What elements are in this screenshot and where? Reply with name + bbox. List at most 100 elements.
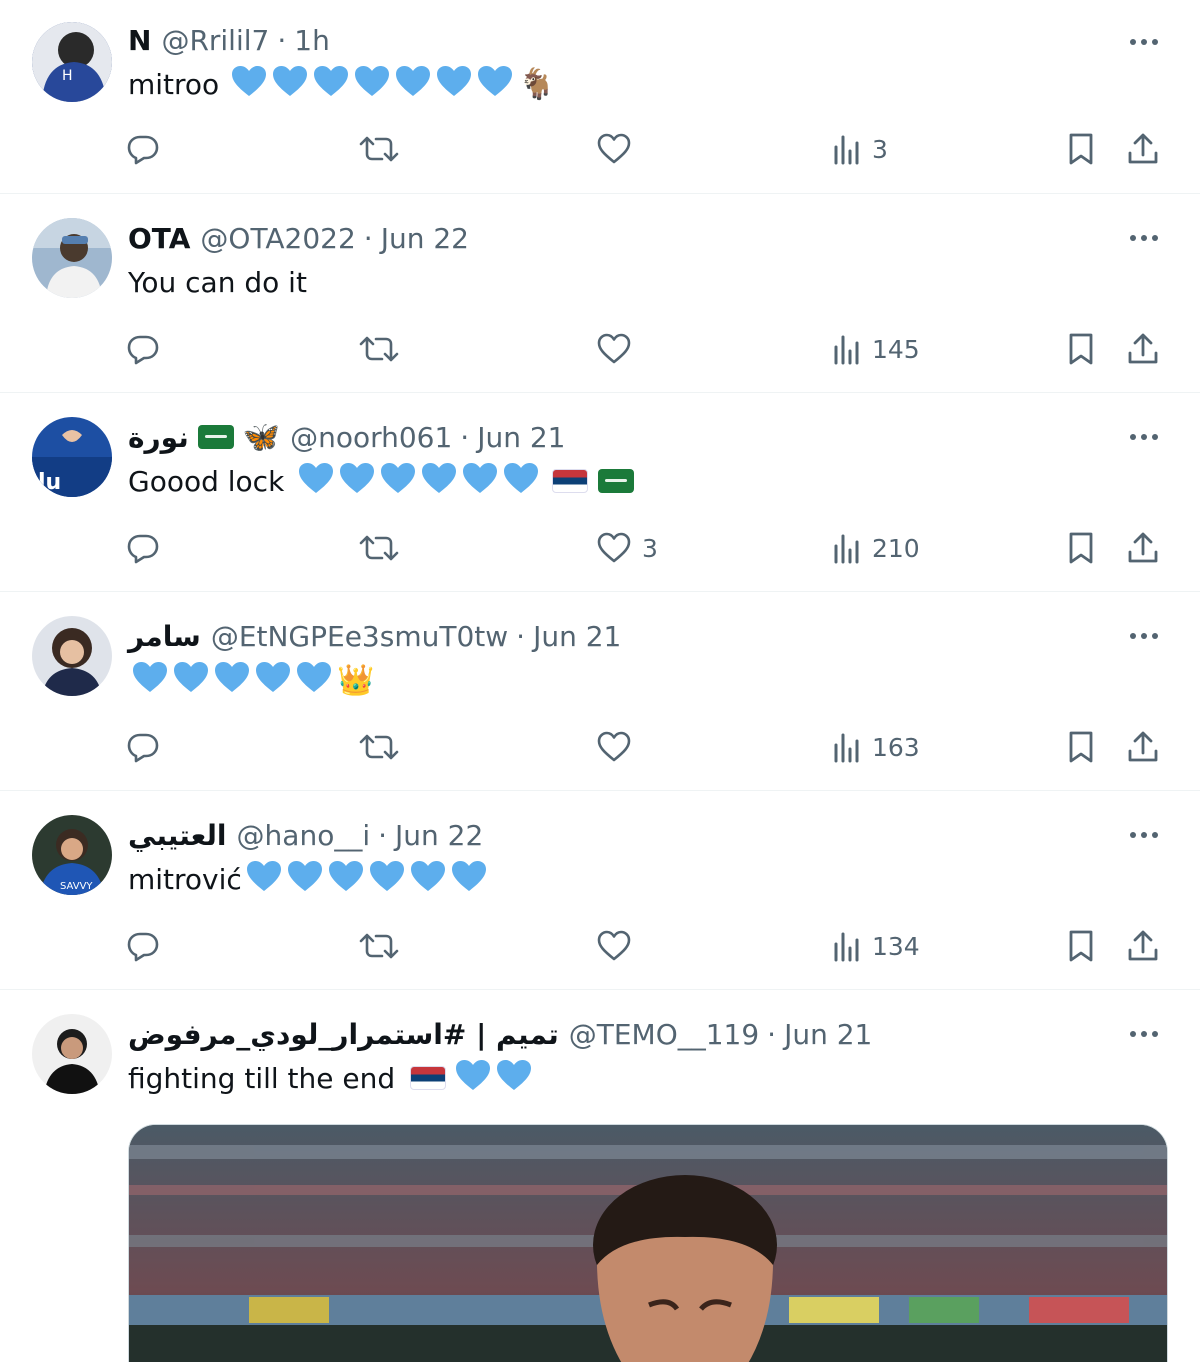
avatar[interactable]	[32, 616, 112, 696]
like-button[interactable]: 3	[596, 523, 658, 573]
tweet[interactable]: H N @Rrilil7 · 1h mitroo 🐐 3	[0, 0, 1200, 194]
heart-emoji-row	[294, 461, 540, 502]
display-name[interactable]: OTA	[128, 222, 190, 255]
timestamp[interactable]: Jun 22	[395, 819, 483, 852]
share-button[interactable]	[1126, 124, 1160, 174]
blue-heart-emoji	[297, 661, 331, 692]
blue-heart-emoji	[463, 462, 498, 493]
avatar[interactable]	[32, 218, 112, 298]
display-name[interactable]: سامر	[128, 620, 201, 653]
reply-icon	[126, 730, 160, 764]
retweet-button[interactable]	[358, 324, 400, 374]
share-button[interactable]	[1126, 324, 1160, 374]
reply-button[interactable]	[126, 124, 160, 174]
user-handle[interactable]: @noorh061	[290, 421, 452, 454]
display-name[interactable]: N	[128, 24, 151, 57]
views-icon	[832, 333, 862, 365]
like-icon	[596, 531, 632, 565]
tweet-text-content: You can do it	[128, 265, 307, 299]
butterfly-icon: 🦋	[242, 419, 281, 455]
tweet-header: نورة 🦋 @noorh061 · Jun 21	[128, 417, 565, 457]
user-handle[interactable]: @hano__i	[237, 819, 371, 852]
views-button[interactable]: 134	[832, 921, 920, 971]
svg-text:SAVVY: SAVVY	[60, 881, 93, 892]
timestamp[interactable]: Jun 21	[784, 1018, 872, 1051]
timestamp[interactable]: Jun 22	[381, 222, 469, 255]
like-button[interactable]	[596, 921, 632, 971]
retweet-button[interactable]	[358, 124, 400, 174]
retweet-button[interactable]	[358, 523, 400, 573]
tweet[interactable]: lu نورة 🦋 @noorh061 · Jun 21 Goood lock …	[0, 393, 1200, 592]
user-handle[interactable]: @TEMO__119	[569, 1018, 759, 1051]
blue-heart-emoji	[256, 661, 290, 692]
blue-heart-emoji	[456, 1059, 491, 1090]
blue-heart-emoji	[215, 661, 249, 692]
views-button[interactable]: 3	[832, 124, 888, 174]
blue-heart-emoji	[478, 65, 513, 96]
like-button[interactable]	[596, 722, 632, 772]
avatar[interactable]: lu	[32, 417, 112, 497]
reply-button[interactable]	[126, 921, 160, 971]
bookmark-button[interactable]	[1066, 324, 1096, 374]
views-button[interactable]: 163	[832, 722, 920, 772]
timestamp[interactable]: Jun 21	[533, 620, 621, 653]
avatar[interactable]: H	[32, 22, 112, 102]
tweet-header: N @Rrilil7 · 1h	[128, 20, 330, 60]
tweet-actions: 3	[0, 124, 1200, 174]
share-icon	[1126, 332, 1160, 366]
retweet-icon	[358, 929, 400, 963]
tweet-header: تميم | #استمرار_لودي_مرفوض @TEMO__119 · …	[128, 1014, 872, 1054]
tweet-text: You can do it	[128, 260, 307, 304]
tweet-header: OTA @OTA2022 · Jun 22	[128, 218, 469, 258]
tweet-media-image[interactable]	[128, 1124, 1168, 1362]
tweet[interactable]: سامر @EtNGPEe3smuT0tw · Jun 21 👑 163	[0, 592, 1200, 791]
more-options-icon[interactable]	[1124, 616, 1164, 656]
tweet[interactable]: OTA @OTA2022 · Jun 22 You can do it 145	[0, 194, 1200, 393]
timestamp[interactable]: Jun 21	[477, 421, 565, 454]
views-count: 145	[872, 334, 920, 364]
tweet-actions: 163	[0, 722, 1200, 772]
user-handle[interactable]: @OTA2022	[200, 222, 355, 255]
views-button[interactable]: 210	[832, 523, 920, 573]
user-handle[interactable]: @EtNGPEe3smuT0tw	[211, 620, 508, 653]
retweet-icon	[358, 730, 400, 764]
like-count: 3	[642, 533, 658, 563]
display-name[interactable]: تميم | #استمرار_لودي_مرفوض	[128, 1018, 559, 1051]
timestamp[interactable]: 1h	[294, 24, 330, 57]
more-options-icon[interactable]	[1124, 22, 1164, 62]
more-options-icon[interactable]	[1124, 1014, 1164, 1054]
display-name[interactable]: نورة	[128, 421, 189, 454]
bookmark-button[interactable]	[1066, 722, 1096, 772]
heart-emoji-row	[451, 1058, 533, 1099]
display-name[interactable]: العتيبي	[128, 819, 227, 852]
blue-heart-emoji	[396, 65, 431, 96]
avatar[interactable]: SAVVY	[32, 815, 112, 895]
bookmark-button[interactable]	[1066, 124, 1096, 174]
more-options-icon[interactable]	[1124, 417, 1164, 457]
like-icon	[596, 132, 632, 166]
blue-heart-emoji	[422, 462, 457, 493]
retweet-button[interactable]	[358, 921, 400, 971]
heart-emoji-row	[128, 660, 333, 701]
reply-button[interactable]	[126, 523, 160, 573]
svg-text:lu: lu	[38, 470, 61, 495]
share-button[interactable]	[1126, 523, 1160, 573]
retweet-button[interactable]	[358, 722, 400, 772]
bookmark-button[interactable]	[1066, 523, 1096, 573]
tweet[interactable]: SAVVY العتيبي @hano__i · Jun 22 mitrović…	[0, 791, 1200, 990]
share-button[interactable]	[1126, 921, 1160, 971]
like-button[interactable]	[596, 124, 632, 174]
share-button[interactable]	[1126, 722, 1160, 772]
share-icon	[1126, 730, 1160, 764]
like-button[interactable]	[596, 324, 632, 374]
avatar[interactable]	[32, 1014, 112, 1094]
bookmark-button[interactable]	[1066, 921, 1096, 971]
reply-button[interactable]	[126, 324, 160, 374]
views-button[interactable]: 145	[832, 324, 920, 374]
blue-heart-emoji	[381, 462, 416, 493]
reply-button[interactable]	[126, 722, 160, 772]
more-options-icon[interactable]	[1124, 218, 1164, 258]
blue-heart-emoji	[246, 860, 281, 891]
user-handle[interactable]: @Rrilil7	[161, 24, 269, 57]
more-options-icon[interactable]	[1124, 815, 1164, 855]
